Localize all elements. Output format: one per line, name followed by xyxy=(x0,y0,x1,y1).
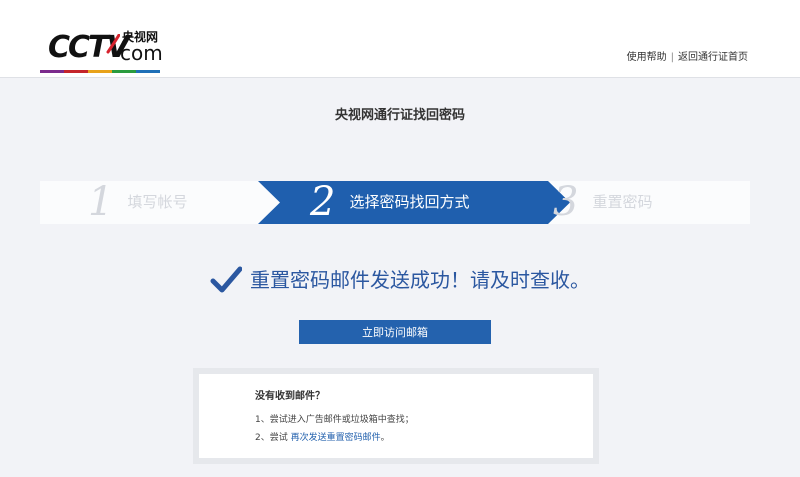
step-2-active: 2 选择密码找回方式 xyxy=(310,181,469,224)
cctv-logo[interactable]: CCTV 央视网 com xyxy=(40,30,170,74)
step-label: 重置密码 xyxy=(592,193,653,211)
page-title: 央视网通行证找回密码 xyxy=(334,108,465,123)
logo-swoosh-icon xyxy=(106,34,120,54)
page-header: CCTV 央视网 com 使用帮助 | 返回通行证首页 xyxy=(0,0,800,78)
step-number: 2 xyxy=(310,179,336,225)
step-number: 1 xyxy=(88,179,114,225)
logo-bar-segment xyxy=(136,70,160,73)
link-separator: | xyxy=(670,52,674,63)
help-link[interactable]: 使用帮助 xyxy=(627,52,667,63)
logo-bar-segment xyxy=(64,70,88,73)
help-box: 没有收到邮件？ 1、尝试进入广告邮件或垃圾箱中查找； 2、尝试 再次发送重置密码… xyxy=(193,368,599,464)
step-label: 填写帐号 xyxy=(127,193,188,211)
help-tip-2: 2、尝试 再次发送重置密码邮件。 xyxy=(255,432,390,444)
step-3: 3 重置密码 xyxy=(553,181,652,224)
logo-bar-segment xyxy=(88,70,112,73)
help-box-inner: 没有收到邮件？ 1、尝试进入广告邮件或垃圾箱中查找； 2、尝试 再次发送重置密码… xyxy=(199,374,593,458)
step-label: 选择密码找回方式 xyxy=(349,193,470,211)
logo-bar-segment xyxy=(40,70,64,73)
step-progress: 1 填写帐号 2 选择密码找回方式 3 重置密码 xyxy=(40,181,750,224)
help-tip-2-suffix: 。 xyxy=(380,433,390,443)
logo-color-bar xyxy=(40,70,160,73)
success-text: 重置密码邮件发送成功！请及时查收。 xyxy=(250,268,590,292)
help-tip-1: 1、尝试进入广告邮件或垃圾箱中查找； xyxy=(255,415,414,425)
logo-bar-segment xyxy=(112,70,136,73)
check-icon xyxy=(210,266,242,293)
header-links: 使用帮助 | 返回通行证首页 xyxy=(627,52,748,64)
visit-mailbox-button[interactable]: 立即访问邮箱 xyxy=(299,320,491,344)
resend-email-link[interactable]: 再次发送重置密码邮件 xyxy=(291,433,381,443)
success-message: 重置密码邮件发送成功！请及时查收。 xyxy=(0,262,800,298)
logo-com-text: com xyxy=(120,41,163,65)
step-number: 3 xyxy=(553,179,579,225)
help-title: 没有收到邮件？ xyxy=(255,391,325,402)
step-1: 1 填写帐号 xyxy=(88,181,187,224)
back-home-link[interactable]: 返回通行证首页 xyxy=(678,52,748,63)
help-tip-2-prefix: 2、尝试 xyxy=(255,433,291,443)
